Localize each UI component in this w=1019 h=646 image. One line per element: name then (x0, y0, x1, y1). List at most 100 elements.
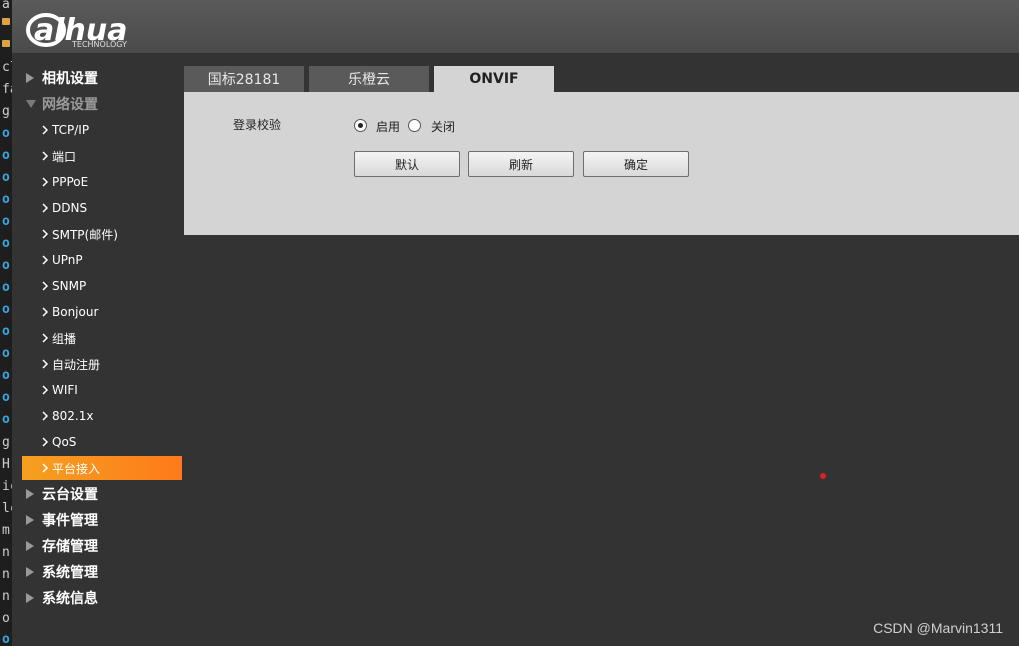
chevron-right-icon (38, 227, 52, 241)
circle-icon: o (2, 236, 10, 251)
triangle-right-icon (26, 593, 34, 603)
chevron-right-icon (38, 175, 52, 189)
sidebar-item-upnp[interactable]: UPnP (12, 248, 182, 272)
default-button[interactable]: 默认 (354, 151, 460, 177)
circle-icon: o (2, 390, 10, 405)
editor-glyph: lc (2, 501, 12, 516)
sidebar-item-label: 端口 (52, 149, 77, 164)
sidebar-item-smtp[interactable]: SMTP(邮件) (12, 222, 182, 246)
sidebar-item-label: 网络设置 (42, 97, 98, 113)
enable-radio[interactable] (354, 119, 367, 132)
editor-glyph: n (2, 545, 10, 560)
editor-glyph: o (2, 611, 10, 626)
sidebar-item-system-info[interactable]: 系统信息 (12, 586, 182, 610)
editor-glyph: a (2, 0, 10, 12)
sidebar-item-qos[interactable]: QoS (12, 430, 182, 454)
tab-onvif[interactable]: ONVIF (434, 66, 554, 92)
sidebar-item-label: 平台接入 (52, 461, 101, 476)
circle-icon: o (2, 632, 10, 646)
refresh-button[interactable]: 刷新 (468, 151, 574, 177)
login-check-label: 登录校验 (233, 118, 282, 132)
chevron-right-icon (38, 383, 52, 397)
sidebar-item-label: 系统管理 (42, 565, 98, 581)
circle-icon: o (2, 346, 10, 361)
sidebar-item-event-management[interactable]: 事件管理 (12, 508, 182, 532)
settings-panel: 登录校验 启用 关闭 默认 刷新 确定 (184, 92, 1019, 235)
sidebar-item-8021x[interactable]: 802.1x (12, 404, 182, 428)
sidebar-item-label: 自动注册 (52, 357, 101, 372)
sidebar-item-snmp[interactable]: SNMP (12, 274, 182, 298)
sidebar-item-label: Bonjour (52, 305, 99, 319)
editor-glyph: g (2, 435, 10, 450)
sidebar-item-ptz-settings[interactable]: 云台设置 (12, 482, 182, 506)
disable-radio[interactable] (408, 119, 421, 132)
chevron-right-icon (38, 435, 52, 449)
sidebar-item-label: 系统信息 (42, 591, 98, 607)
tab-gb28181[interactable]: 国标28181 (184, 66, 304, 92)
sidebar-item-system-management[interactable]: 系统管理 (12, 560, 182, 584)
tab-lechange-cloud[interactable]: 乐橙云 (309, 66, 429, 92)
sidebar-item-label: TCP/IP (52, 123, 90, 137)
triangle-right-icon (26, 567, 34, 577)
sidebar-item-label: 组播 (52, 331, 77, 346)
sidebar-item-camera-settings[interactable]: 相机设置 (12, 66, 182, 90)
cursor-dot (820, 473, 826, 479)
sidebar-item-label: PPPoE (52, 175, 89, 189)
sidebar-item-wifi[interactable]: WIFI (12, 378, 182, 402)
sidebar-item-label: SMTP(邮件) (52, 227, 118, 242)
chevron-right-icon (38, 461, 52, 475)
circle-icon: o (2, 170, 10, 185)
circle-icon: o (2, 258, 10, 273)
circle-icon: o (2, 368, 10, 383)
chevron-right-icon (38, 331, 52, 345)
chevron-right-icon (38, 357, 52, 371)
triangle-right-icon (26, 489, 34, 499)
enable-radio-label: 启用 (376, 120, 401, 134)
sidebar-item-label: 存储管理 (42, 539, 98, 555)
sidebar-item-label: WIFI (52, 383, 78, 397)
editor-glyph: g (2, 104, 10, 119)
sidebar-item-pppoe[interactable]: PPPoE (12, 170, 182, 194)
sidebar-item-port[interactable]: 端口 (12, 144, 182, 168)
sidebar-item-label: 事件管理 (42, 513, 98, 529)
circle-icon: o (2, 280, 10, 295)
chevron-right-icon (38, 279, 52, 293)
editor-glyph: n (2, 589, 10, 604)
editor-glyph: cl (2, 60, 12, 75)
sidebar-item-label: 802.1x (52, 409, 94, 423)
sidebar-item-label: DDNS (52, 201, 88, 215)
chevron-right-icon (38, 201, 52, 215)
circle-icon: o (2, 324, 10, 339)
sidebar-nav: 相机设置 网络设置 TCP/IP 端口 PPPoE DDNS SMTP(邮件) … (12, 53, 184, 646)
sidebar-item-label: QoS (52, 435, 77, 449)
circle-icon: o (2, 148, 10, 163)
triangle-right-icon (26, 515, 34, 525)
sidebar-item-label: UPnP (52, 253, 83, 267)
sidebar-item-bonjour[interactable]: Bonjour (12, 300, 182, 324)
triangle-down-icon (26, 100, 36, 108)
folder-icon (2, 40, 10, 47)
sidebar-item-network-settings[interactable]: 网络设置 (12, 92, 182, 116)
sidebar-item-auto-register[interactable]: 自动注册 (12, 352, 182, 376)
editor-glyph: H (2, 457, 10, 472)
sidebar-item-platform-access[interactable]: 平台接入 (22, 456, 182, 480)
editor-glyph: fa (2, 82, 12, 97)
sidebar-item-ddns[interactable]: DDNS (12, 196, 182, 220)
circle-icon: o (2, 192, 10, 207)
triangle-right-icon (26, 73, 34, 83)
circle-icon: o (2, 302, 10, 317)
brand-logo: alhua TECHNOLOGY (22, 4, 172, 50)
folder-icon (2, 18, 10, 25)
sidebar-item-storage-management[interactable]: 存储管理 (12, 534, 182, 558)
editor-strip: a cl fa g o o o o o o o o o o o o o o g … (0, 0, 12, 646)
brand-sub-text: TECHNOLOGY (71, 40, 127, 49)
watermark: CSDN @Marvin1311 (873, 620, 1003, 636)
chevron-right-icon (38, 149, 52, 163)
sidebar-item-label: 相机设置 (42, 71, 98, 87)
circle-icon: o (2, 214, 10, 229)
tab-bar: 国标28181 乐橙云 ONVIF (184, 66, 564, 92)
editor-glyph: n (2, 567, 10, 582)
confirm-button[interactable]: 确定 (583, 151, 689, 177)
sidebar-item-multicast[interactable]: 组播 (12, 326, 182, 350)
sidebar-item-tcpip[interactable]: TCP/IP (12, 118, 182, 142)
